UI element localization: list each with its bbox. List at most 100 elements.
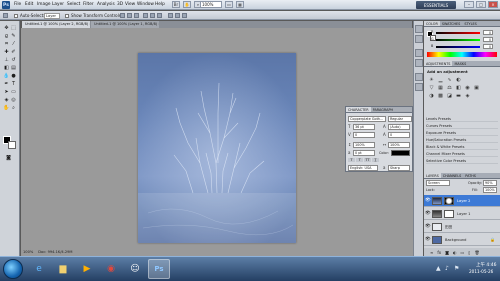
new-group-icon[interactable]: ▭: [461, 250, 465, 255]
workspace-switcher[interactable]: ESSENTIALS: [416, 1, 456, 9]
text-color-swatch[interactable]: [391, 150, 410, 156]
history-panel-icon[interactable]: [415, 25, 423, 33]
photoshop-taskbar-icon[interactable]: Ps: [148, 259, 170, 279]
font-family-select[interactable]: Copperplate Goth...: [348, 116, 386, 122]
menu-analysis[interactable]: Analysis: [97, 2, 115, 7]
threshold-icon[interactable]: ◪: [446, 93, 453, 99]
levels-icon[interactable]: ▁: [437, 77, 444, 83]
lasso-tool-icon[interactable]: ϱ: [3, 32, 10, 39]
green-slider[interactable]: G 0: [431, 37, 494, 42]
adjustment-layer-icon[interactable]: ◐: [453, 250, 457, 255]
marquee-tool-icon[interactable]: ⬚: [10, 24, 17, 31]
color-ramp[interactable]: [427, 52, 497, 57]
auto-align-icon[interactable]: [182, 13, 187, 18]
layer-name[interactable]: Background: [445, 238, 466, 242]
status-zoom[interactable]: 100%: [23, 249, 33, 256]
preset-selective-color[interactable]: Selective Color Presets: [426, 158, 498, 164]
visibility-eye-icon[interactable]: 👁: [425, 237, 431, 242]
zoom-level-select[interactable]: 100%: [200, 1, 222, 8]
menu-help[interactable]: Help: [155, 2, 165, 7]
link-layers-icon[interactable]: ∞: [430, 250, 433, 255]
healing-brush-tool-icon[interactable]: ✚: [3, 48, 10, 55]
align-right-icon[interactable]: [157, 13, 162, 18]
brushes-panel-icon[interactable]: [415, 49, 423, 57]
align-middle-icon[interactable]: [127, 13, 132, 18]
shape-tool-icon[interactable]: ▭: [10, 88, 17, 95]
baseline-field[interactable]: 0 pt: [353, 150, 375, 156]
hue-saturation-icon[interactable]: ▦: [437, 85, 444, 91]
chrome-taskbar-icon[interactable]: ◉: [100, 259, 122, 279]
opacity-field[interactable]: 90%: [483, 180, 497, 186]
vibrance-icon[interactable]: ▽: [428, 85, 435, 91]
move-tool-icon[interactable]: [3, 13, 8, 18]
move-tool-icon[interactable]: ✥: [3, 24, 10, 31]
qq-taskbar-icon[interactable]: ☺: [124, 259, 146, 279]
preset-curves[interactable]: Curves Presets: [426, 123, 498, 129]
language-select[interactable]: English: USA: [348, 165, 378, 171]
visibility-eye-icon[interactable]: 👁: [425, 198, 431, 203]
menu-3d[interactable]: 3D: [117, 2, 123, 7]
selective-color-icon[interactable]: ◈: [464, 93, 471, 99]
background-color-swatch[interactable]: [8, 141, 16, 149]
align-top-icon[interactable]: [120, 13, 125, 18]
visibility-eye-icon[interactable]: 👁: [425, 211, 431, 216]
ie-taskbar-icon[interactable]: e: [28, 259, 50, 279]
tab-document-inactive[interactable]: Untitled-1 @ 100% (Layer 1, RGB/8) ×: [91, 21, 159, 28]
layer-row-background[interactable]: 👁 Background 🔒: [424, 234, 500, 246]
path-select-tool-icon[interactable]: ➤: [3, 88, 10, 95]
eraser-tool-icon[interactable]: ◧: [3, 64, 10, 71]
preset-levels[interactable]: Levels Presets: [426, 116, 498, 122]
vertical-scale-field[interactable]: 100%: [353, 142, 375, 148]
horizontal-scale-field[interactable]: 100%: [388, 142, 410, 148]
menu-layer[interactable]: Layer: [52, 2, 64, 7]
gradient-map-icon[interactable]: ▬: [455, 93, 462, 99]
red-value[interactable]: 0: [483, 30, 493, 35]
posterize-icon[interactable]: ▩: [437, 93, 444, 99]
arrange-docs-icon[interactable]: ▦: [236, 1, 244, 8]
add-mask-icon[interactable]: ◙: [445, 250, 449, 255]
quick-select-tool-icon[interactable]: ✎: [10, 32, 17, 39]
visibility-eye-icon[interactable]: 👁: [425, 224, 431, 229]
tab-swatches[interactable]: SWATCHES: [440, 21, 462, 26]
fill-field[interactable]: 100%: [483, 187, 497, 193]
distribute-icon[interactable]: [168, 13, 173, 18]
type-tool-icon[interactable]: T: [10, 80, 17, 87]
layer-row-layer-1[interactable]: 👁 Layer 1: [424, 208, 500, 220]
layer-row-chinese-name[interactable]: 👁 田田: [424, 221, 500, 233]
maximize-button[interactable]: □: [476, 1, 486, 8]
align-bottom-icon[interactable]: [134, 13, 139, 18]
document-canvas[interactable]: [138, 53, 296, 243]
align-left-icon[interactable]: [143, 13, 148, 18]
anti-alias-select[interactable]: Sharp: [388, 165, 410, 171]
tab-masks[interactable]: MASKS: [452, 61, 468, 66]
brightness-contrast-icon[interactable]: ☀: [428, 77, 435, 83]
menu-edit[interactable]: Edit: [25, 2, 33, 7]
layer-mask-thumbnail[interactable]: [444, 210, 454, 218]
tab-channels[interactable]: CHANNELS: [441, 173, 464, 178]
kerning-field[interactable]: 0: [353, 132, 375, 138]
menu-view[interactable]: View: [125, 2, 135, 7]
leading-field[interactable]: (Auto): [388, 124, 410, 130]
hand-icon[interactable]: ✋: [183, 1, 191, 8]
show-transform-checkbox[interactable]: [65, 13, 69, 18]
font-size-field[interactable]: 36 pt: [353, 124, 375, 130]
preset-exposure[interactable]: Exposure Presets: [426, 130, 498, 136]
layer-name[interactable]: Layer 1: [457, 212, 470, 216]
network-icon[interactable]: ▲: [436, 265, 441, 272]
clock-date[interactable]: 2011-05-26: [469, 269, 493, 274]
volume-icon[interactable]: ♪: [445, 265, 449, 272]
history-brush-tool-icon[interactable]: ↺: [10, 56, 17, 63]
clone-source-panel-icon[interactable]: [415, 59, 423, 67]
align-center-icon[interactable]: [150, 13, 155, 18]
preset-channel-mixer[interactable]: Channel Mixer Presets: [426, 151, 498, 157]
3d-rotate-tool-icon[interactable]: ◈: [3, 96, 10, 103]
zoom-tool-icon[interactable]: ⌕: [10, 104, 17, 111]
menu-image[interactable]: Image: [37, 2, 50, 7]
green-value[interactable]: 0: [483, 37, 493, 42]
menu-select[interactable]: Select: [67, 2, 80, 7]
new-layer-icon[interactable]: ▯: [468, 250, 470, 255]
minimize-button[interactable]: –: [464, 1, 474, 8]
layer-name[interactable]: Layer 2: [457, 199, 470, 203]
auto-select-dropdown[interactable]: Layer: [44, 12, 60, 19]
3d-orbit-tool-icon[interactable]: ◎: [10, 96, 17, 103]
